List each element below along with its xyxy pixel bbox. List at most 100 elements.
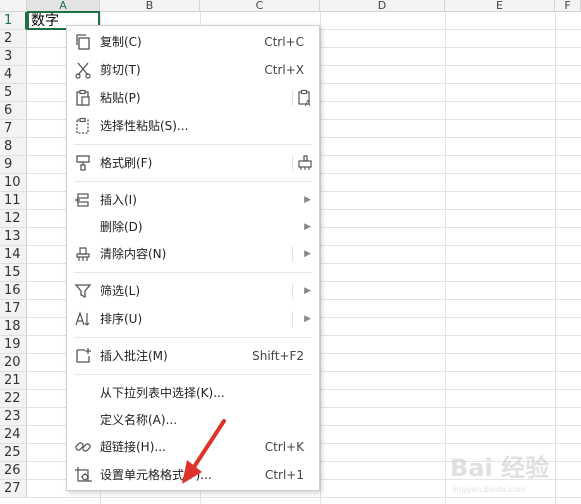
submenu-arrow-icon: ▶: [304, 195, 311, 205]
row-header-8[interactable]: 8: [0, 138, 27, 156]
menu-separator: [74, 337, 312, 338]
format-brush-quick-icon[interactable]: [296, 154, 314, 172]
menu-item-pick-from-list[interactable]: 从下拉列表中选择(K)...: [67, 380, 319, 406]
row-header-1[interactable]: 1: [0, 12, 27, 30]
row-header-21[interactable]: 21: [0, 372, 27, 390]
row-header-16[interactable]: 16: [0, 282, 27, 300]
gridline: [555, 12, 556, 504]
column-header-f[interactable]: F: [555, 0, 581, 12]
row-header-17[interactable]: 17: [0, 300, 27, 318]
baidu-watermark: Bai 经验 jingyan.baidu.com: [448, 448, 578, 498]
menu-item-shortcut: Ctrl+1: [264, 468, 304, 482]
gridline: [320, 12, 321, 504]
menu-item-insert[interactable]: 插入(I) ▶: [67, 187, 319, 213]
menu-divider: [292, 311, 293, 327]
menu-item-filter[interactable]: 筛选(L) ▶: [67, 278, 319, 304]
submenu-arrow-icon: ▶: [304, 314, 311, 324]
menu-item-label: 清除内容(N): [100, 247, 167, 261]
menu-item-label: 删除(D): [100, 220, 143, 234]
gridline: [445, 12, 446, 504]
row-header-10[interactable]: 10: [0, 174, 27, 192]
baidu-logo-icon: Bai 经验 jingyan.baidu.com: [450, 454, 549, 494]
filter-icon: [74, 284, 92, 299]
cell-a1-value: 数字: [31, 13, 59, 29]
menu-item-clear-contents[interactable]: 清除内容(N) ▶: [67, 241, 319, 267]
format-brush-icon: [76, 155, 90, 171]
row-header-6[interactable]: 6: [0, 102, 27, 120]
row-header-3[interactable]: 3: [0, 48, 27, 66]
menu-item-label: 插入(I): [100, 193, 137, 207]
menu-item-label: 插入批注(M): [100, 349, 168, 363]
menu-item-cut[interactable]: 剪切(T) Ctrl+X: [67, 57, 319, 83]
svg-text:A: A: [305, 99, 311, 107]
menu-item-paste[interactable]: 粘贴(P) A: [67, 85, 319, 111]
menu-separator: [74, 374, 312, 375]
column-header-b[interactable]: B: [100, 0, 200, 12]
menu-item-paste-special[interactable]: 选择性粘贴(S)...: [67, 113, 319, 139]
row-header-5[interactable]: 5: [0, 84, 27, 102]
row-header-26[interactable]: 26: [0, 462, 27, 480]
menu-item-label: 复制(C): [100, 35, 142, 49]
menu-item-label: 排序(U): [100, 312, 143, 326]
row-header-9[interactable]: 9: [0, 156, 27, 174]
sort-icon: [75, 311, 90, 326]
menu-item-format-painter[interactable]: 格式刷(F): [67, 150, 319, 176]
menu-item-shortcut: Ctrl+K: [264, 440, 304, 454]
menu-item-delete[interactable]: 删除(D) ▶: [67, 214, 319, 240]
paste-options-icon[interactable]: A: [296, 89, 314, 107]
menu-divider: [292, 90, 293, 106]
select-all-corner[interactable]: [0, 0, 27, 12]
menu-item-label: 粘贴(P): [100, 91, 141, 105]
menu-item-copy[interactable]: 复制(C) Ctrl+C: [67, 29, 319, 55]
menu-item-label: 选择性粘贴(S)...: [100, 119, 189, 133]
menu-separator: [74, 272, 312, 273]
menu-item-label: 从下拉列表中选择(K)...: [100, 386, 225, 400]
row-header-7[interactable]: 7: [0, 120, 27, 138]
svg-text:jingyan.baidu.com: jingyan.baidu.com: [451, 485, 526, 494]
row-header-23[interactable]: 23: [0, 408, 27, 426]
row-header-11[interactable]: 11: [0, 192, 27, 210]
paste-icon: [76, 89, 90, 106]
menu-item-shortcut: Ctrl+X: [264, 63, 304, 77]
link-icon: [75, 442, 91, 452]
row-header-22[interactable]: 22: [0, 390, 27, 408]
menu-separator: [74, 181, 312, 182]
row-header-14[interactable]: 14: [0, 246, 27, 264]
menu-item-sort[interactable]: 排序(U) ▶: [67, 306, 319, 332]
row-header-12[interactable]: 12: [0, 210, 27, 228]
row-header-4[interactable]: 4: [0, 66, 27, 84]
row-header-24[interactable]: 24: [0, 426, 27, 444]
cell-format-icon: [75, 467, 92, 482]
annotation-arrow-icon: [182, 419, 226, 484]
row-header-2[interactable]: 2: [0, 30, 27, 48]
row-header-15[interactable]: 15: [0, 264, 27, 282]
paste-special-icon: [76, 117, 89, 134]
row-header-19[interactable]: 19: [0, 336, 27, 354]
column-header-d[interactable]: D: [320, 0, 445, 12]
watermark-text: Bai 经验: [450, 454, 549, 482]
comment-icon: [76, 348, 91, 363]
insert-icon: [75, 193, 89, 207]
row-header-13[interactable]: 13: [0, 228, 27, 246]
menu-item-label: 定义名称(A)...: [100, 413, 178, 427]
column-header-e[interactable]: E: [445, 0, 555, 12]
menu-divider: [292, 155, 293, 171]
menu-divider: [292, 246, 293, 262]
scissors-icon: [75, 62, 91, 79]
row-header-20[interactable]: 20: [0, 354, 27, 372]
menu-item-label: 筛选(L): [100, 284, 141, 298]
submenu-arrow-icon: ▶: [304, 249, 311, 259]
column-header-c[interactable]: C: [200, 0, 320, 12]
menu-item-insert-comment[interactable]: 插入批注(M) Shift+F2: [67, 343, 319, 369]
menu-separator: [74, 144, 312, 145]
menu-item-shortcut: Shift+F2: [252, 349, 304, 363]
row-header-18[interactable]: 18: [0, 318, 27, 336]
menu-item-shortcut: Ctrl+C: [264, 35, 304, 49]
copy-icon: [76, 34, 90, 50]
row-header-25[interactable]: 25: [0, 444, 27, 462]
row-header-27[interactable]: 27: [0, 480, 27, 498]
menu-item-label: 剪切(T): [100, 63, 141, 77]
menu-divider: [292, 283, 293, 299]
menu-item-label: 格式刷(F): [100, 156, 153, 170]
submenu-arrow-icon: ▶: [304, 286, 311, 296]
